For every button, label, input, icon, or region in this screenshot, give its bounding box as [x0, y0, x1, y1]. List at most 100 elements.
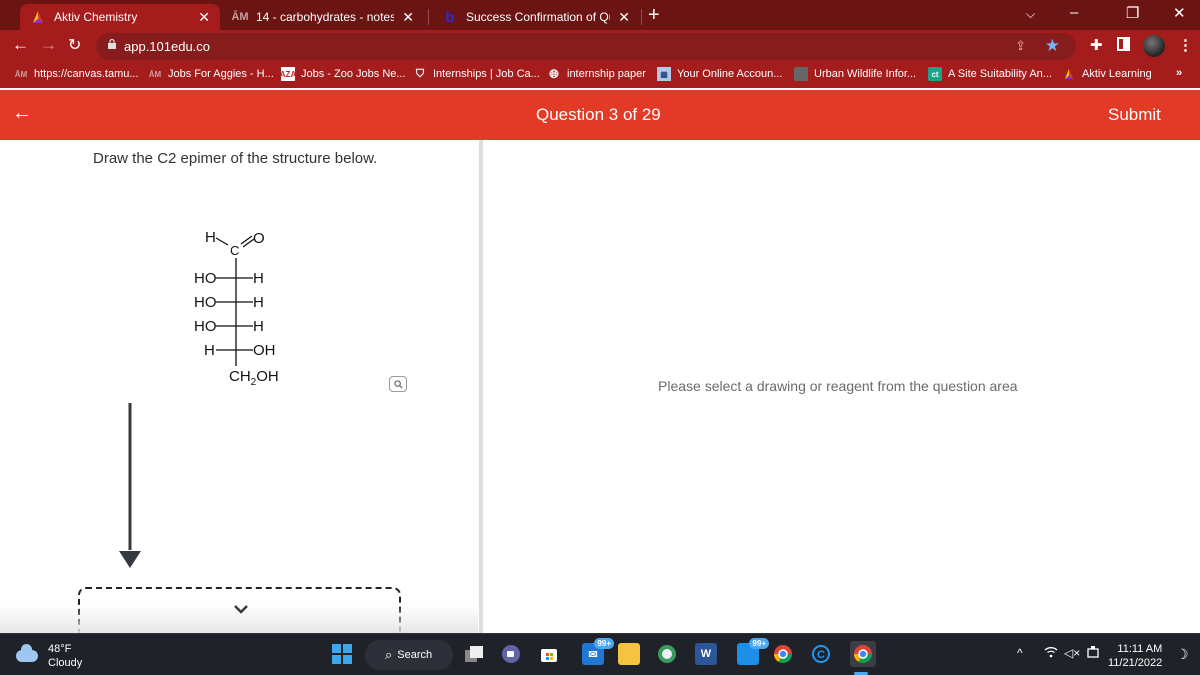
aktiv-icon	[30, 9, 46, 25]
c3-left-label: HO	[194, 294, 217, 311]
close-tab-icon[interactable]: ✕	[618, 9, 630, 26]
tamu-icon: ĀM	[231, 11, 249, 23]
bookmark-site-suitability[interactable]: ct A Site Suitability An...	[928, 67, 1052, 81]
taskbar-search[interactable]: ⌕ Search	[365, 640, 453, 670]
globe-icon: 🌐︎	[549, 66, 559, 81]
c3-right-label: H	[253, 294, 264, 311]
restore-button[interactable]: ❐	[1126, 4, 1139, 22]
weather-desc: Cloudy	[48, 657, 83, 669]
battery-icon[interactable]	[1087, 646, 1101, 661]
magnifier-icon	[393, 379, 403, 389]
c4-left-label: HO	[194, 318, 217, 335]
bookmark-internship-paper[interactable]: 🌐︎ internship paper	[547, 67, 646, 81]
menu-kebab-icon[interactable]: ⋮	[1178, 36, 1193, 54]
bartleby-icon: b	[445, 8, 455, 26]
share-icon[interactable]: ⇪	[1015, 38, 1026, 54]
question-prompt: Draw the C2 epimer of the structure belo…	[93, 150, 378, 167]
show-hidden-icons[interactable]: ^	[1017, 646, 1023, 660]
windows-start-icon[interactable]	[332, 644, 352, 664]
windows-taskbar: 48°F Cloudy ⌕ Search ✉ 99+ W 99+ C ^ ◁×	[0, 633, 1200, 675]
bookmark-zoo-jobs[interactable]: AZA Jobs - Zoo Jobs Ne...	[280, 67, 406, 81]
mail-icon[interactable]: ✉ 99+	[582, 638, 614, 665]
drawing-canvas-area[interactable]: Please select a drawing or reagent from …	[483, 140, 1200, 633]
aldehyde-c-label: C	[230, 243, 239, 258]
url-text[interactable]: app.101edu.co	[124, 39, 210, 54]
weather-widget[interactable]: 48°F Cloudy	[16, 642, 82, 670]
svg-text:C: C	[817, 649, 825, 661]
tab-aktiv-chemistry[interactable]: Aktiv Chemistry ✕	[20, 4, 220, 30]
microsoft-store-icon[interactable]	[538, 643, 560, 665]
question-header: ← Question 3 of 29 Submit	[0, 90, 1200, 140]
weather-temp: 48°F	[48, 643, 72, 655]
close-tab-icon[interactable]: ✕	[402, 9, 414, 26]
tamu-icon: ĀM	[14, 69, 28, 79]
notifications-moon-icon[interactable]: ☽	[1176, 646, 1189, 663]
side-panel-icon[interactable]	[1117, 37, 1130, 55]
aza-icon: AZA	[280, 67, 296, 81]
clock-time: 11:11 AM	[1117, 643, 1163, 655]
tamu-icon: ĀM	[148, 69, 162, 79]
mail-badge: 99+	[594, 638, 614, 649]
aldehyde-h-label: H	[205, 229, 216, 246]
reload-icon[interactable]: ↻	[68, 35, 81, 55]
chrome-active-icon[interactable]	[850, 641, 876, 667]
search-icon: ⌕	[385, 647, 393, 662]
forward-icon[interactable]: →	[40, 35, 57, 55]
back-icon[interactable]: ←	[12, 35, 29, 55]
copyright-app-icon[interactable]: C	[810, 643, 832, 665]
file-explorer-icon[interactable]	[618, 643, 640, 665]
c4-right-label: H	[253, 318, 264, 335]
tab-separator	[428, 9, 429, 25]
back-arrow-icon[interactable]: ←	[12, 102, 32, 125]
reaction-arrow-icon	[119, 403, 141, 568]
clock-date: 11/21/2022	[1108, 657, 1163, 669]
profile-avatar[interactable]	[1143, 35, 1165, 57]
teams-chat-icon[interactable]	[500, 643, 522, 665]
empty-state-hint: Please select a drawing or reagent from …	[658, 378, 1018, 394]
word-icon[interactable]: W	[695, 643, 717, 665]
question-counter: Question 3 of 29	[536, 105, 661, 124]
bond-h-c	[215, 237, 229, 246]
tab-carbohydrates-notes[interactable]: ĀM 14 - carbohydrates - notes.pdf: 2 ✕	[222, 4, 424, 30]
zoom-structure-button[interactable]	[389, 376, 407, 392]
bookmark-online-account[interactable]: ▦ Your Online Accoun...	[657, 67, 782, 81]
chrome-icon[interactable]	[772, 643, 794, 665]
address-bar[interactable]: app.101edu.co ⇪ ★	[96, 33, 1076, 60]
system-clock[interactable]: 11:11 AM 11/21/2022	[1108, 642, 1162, 670]
tab-success-confirmation[interactable]: b Success Confirmation of Questio ✕	[432, 4, 640, 30]
bookmark-aktiv-learning[interactable]: Aktiv Learning	[1062, 67, 1152, 81]
task-view-icon[interactable]	[463, 643, 485, 665]
tab-search-icon[interactable]: ⌵	[1026, 7, 1035, 22]
bookmark-canvas-tamu[interactable]: ĀM https://canvas.tamu...	[14, 67, 139, 81]
c5-left-label: H	[204, 342, 215, 359]
bond-c-o-1	[240, 235, 253, 245]
browser-tab-strip: Aktiv Chemistry ✕ ĀM 14 - carbohydrates …	[0, 0, 1200, 30]
browser-toolbar: ← → ↻ app.101edu.co ⇪ ★ ✚ ⋮	[0, 30, 1200, 62]
volume-muted-icon[interactable]: ◁×	[1064, 646, 1080, 660]
teams-icon: ct	[928, 67, 942, 81]
bookmark-jobs-for-aggies[interactable]: ĀM Jobs For Aggies - H...	[148, 67, 274, 81]
internships-icon: ⛉	[415, 67, 425, 80]
cube-icon	[794, 67, 808, 81]
close-window-button[interactable]: ✕	[1173, 4, 1186, 22]
edge-legacy-icon[interactable]	[656, 643, 678, 665]
c2-right-label: H	[253, 270, 264, 287]
cloud-icon	[16, 644, 38, 662]
teams-icon[interactable]: 99+	[737, 638, 769, 665]
bookmarks-overflow-icon[interactable]: »	[1176, 67, 1182, 79]
chevron-down-icon[interactable]	[232, 603, 250, 615]
aldehyde-o-label: O	[253, 230, 265, 247]
minimize-button[interactable]: –	[1070, 4, 1078, 21]
c5-right-label: OH	[253, 342, 276, 359]
fischer-projection[interactable]: H C O HO H HO H HO H H OH CH2OH	[180, 220, 300, 390]
bookmark-urban-wildlife[interactable]: Urban Wildlife Infor...	[794, 67, 916, 81]
bookmark-star-icon[interactable]: ★	[1045, 36, 1060, 56]
new-tab-button[interactable]: +	[648, 4, 660, 27]
close-tab-icon[interactable]: ✕	[198, 9, 210, 26]
account-icon: ▦	[657, 67, 671, 81]
bookmark-internships[interactable]: ⛉ Internships | Job Ca...	[413, 67, 540, 81]
wifi-icon[interactable]	[1044, 646, 1058, 661]
extensions-icon[interactable]: ✚	[1090, 36, 1103, 54]
c6-label: CH2OH	[229, 368, 279, 388]
submit-button[interactable]: Submit	[1108, 105, 1161, 125]
